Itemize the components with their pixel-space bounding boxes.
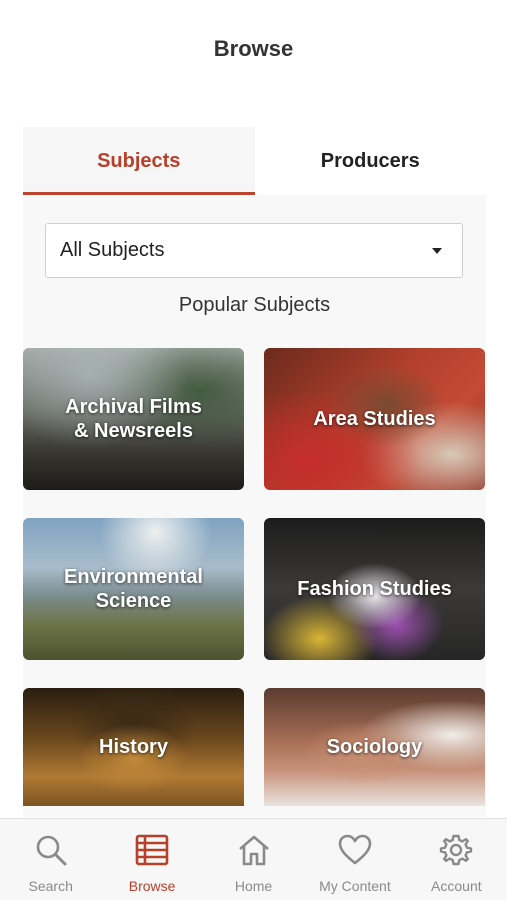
subject-card-fashion-studies[interactable]: Fashion Studies: [264, 518, 485, 660]
subject-card-environmental-science[interactable]: Environmental Science: [23, 518, 244, 660]
gear-icon: [440, 834, 473, 866]
tabbar-browse[interactable]: Browse: [101, 819, 202, 900]
subject-filter-value: All Subjects: [60, 239, 165, 261]
chevron-down-icon: [432, 248, 442, 254]
subject-card-label: History: [99, 736, 168, 758]
subject-card-history[interactable]: History: [23, 688, 244, 806]
subject-card-label: Area Studies: [313, 408, 436, 430]
tabbar-search[interactable]: Search: [0, 819, 101, 900]
tabbar-home-label: Home: [234, 878, 273, 894]
tabbar-account-label: Account: [431, 878, 482, 894]
subject-card-label: Fashion Studies: [297, 578, 452, 600]
subject-card-sociology[interactable]: Sociology: [264, 688, 485, 806]
heart-icon: [338, 834, 372, 865]
page-title: Browse: [213, 36, 294, 61]
header: Browse: [0, 0, 507, 100]
tab-producers[interactable]: Producers: [254, 127, 486, 195]
subject-card-archival-films[interactable]: Archival Films & Newsreels: [23, 348, 244, 490]
subject-card-label: Environmental Science: [64, 566, 203, 612]
tab-subjects[interactable]: Subjects: [23, 127, 255, 195]
subject-card-label: Archival Films & Newsreels: [65, 396, 202, 442]
tabbar-account[interactable]: Account: [406, 819, 507, 900]
browse-icon: [135, 834, 169, 866]
subject-card-area-studies[interactable]: Area Studies: [264, 348, 485, 490]
search-icon: [36, 835, 67, 866]
tabbar-search-label: Search: [28, 878, 73, 894]
section-title: Popular Subjects: [178, 294, 331, 316]
subject-filter-select[interactable]: All Subjects: [45, 223, 463, 278]
bottom-tab-bar: Search Browse Home My Content Account: [0, 818, 507, 900]
tabbar-home[interactable]: Home: [203, 819, 304, 900]
segment-tabs: Subjects Producers: [23, 127, 486, 195]
tabbar-my-content[interactable]: My Content: [304, 819, 405, 900]
subject-card-label: Sociology: [326, 736, 423, 758]
home-icon: [238, 835, 269, 866]
tabbar-browse-label: Browse: [128, 878, 176, 894]
tabbar-my-content-label: My Content: [319, 878, 391, 894]
